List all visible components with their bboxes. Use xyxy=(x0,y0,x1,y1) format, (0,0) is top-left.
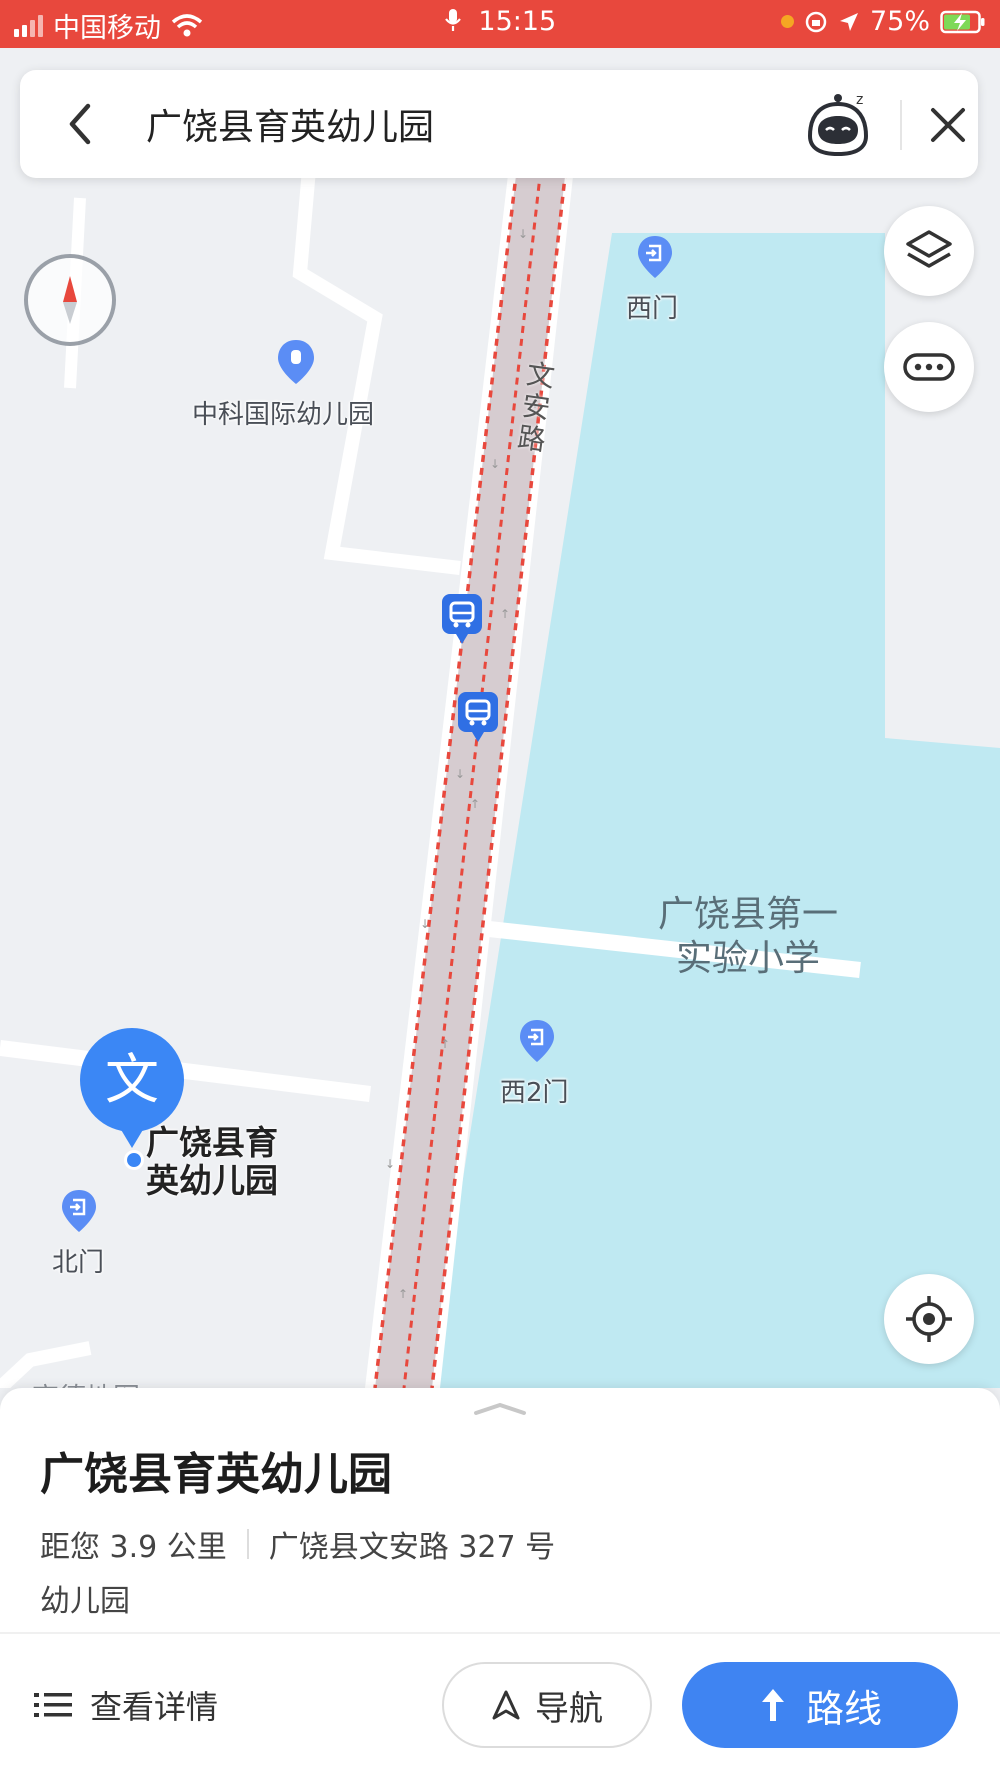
navigate-button[interactable]: 导航 xyxy=(442,1662,652,1748)
gate-pin-icon[interactable] xyxy=(636,234,674,280)
search-query[interactable]: 广饶县育英幼儿园 xyxy=(146,98,434,150)
battery-percent: 75% xyxy=(869,6,930,37)
clock: 15:15 xyxy=(478,6,557,37)
my-location-button[interactable] xyxy=(884,1274,974,1364)
view-details-button[interactable]: 查看详情 xyxy=(34,1682,218,1728)
status-bar: 中国移动 15:15 75% xyxy=(0,0,1000,48)
search-bar-divider xyxy=(900,100,902,150)
assistant-bot-icon[interactable]: z xyxy=(798,84,878,164)
kindergarten-poi-label[interactable]: 中科国际幼儿园 xyxy=(192,394,374,431)
svg-text:↑: ↑ xyxy=(440,1037,450,1051)
search-bar[interactable]: 广饶县育英幼儿园 z xyxy=(20,70,978,178)
selected-place-marker[interactable]: 文 xyxy=(80,1028,184,1148)
more-options-button[interactable] xyxy=(884,322,974,412)
list-icon xyxy=(34,1693,72,1717)
route-button[interactable]: 路线 xyxy=(682,1662,958,1748)
compass-button[interactable] xyxy=(24,254,116,346)
west-gate-label[interactable]: 西门 xyxy=(626,288,678,325)
place-name: 广饶县育英幼儿园 xyxy=(40,1449,392,1500)
battery-charging-icon xyxy=(940,10,985,33)
selected-label-line2: 英幼儿园 xyxy=(146,1161,278,1200)
place-detail-sheet[interactable]: 广饶县育英幼儿园 距您 3.9 公里 广饶县文安路 327 号 幼儿园 查看详情… xyxy=(0,1388,1000,1778)
locate-icon xyxy=(906,1296,952,1342)
bus-stop-icon[interactable] xyxy=(440,592,484,646)
map-view[interactable]: ↓ ↓ ↓ ↓ ↓ ↑ ↑ ↑ ↑ ↑ 中科国际幼儿园 西门 文安路 广饶县第一… xyxy=(0,48,1000,1388)
meta-separator xyxy=(246,1529,249,1559)
bus-stop-icon[interactable] xyxy=(456,690,500,744)
more-icon xyxy=(903,353,955,381)
place-category: 幼儿园 xyxy=(40,1584,130,1619)
selected-label-line1: 广饶县育 xyxy=(146,1123,278,1162)
svg-text:↓: ↓ xyxy=(385,1157,395,1171)
back-icon[interactable] xyxy=(60,100,100,148)
north-gate-label[interactable]: 北门 xyxy=(52,1242,104,1279)
svg-text:↑: ↑ xyxy=(398,1287,408,1301)
svg-text:z: z xyxy=(856,92,863,108)
map-watermark: 高德地图 xyxy=(32,1376,140,1388)
place-address: 广饶县文安路 327 号 xyxy=(268,1530,556,1565)
recording-dot-icon xyxy=(780,15,794,28)
route-arrow-icon xyxy=(761,1689,784,1721)
navigate-label: 导航 xyxy=(535,1688,603,1729)
route-label: 路线 xyxy=(805,1686,882,1731)
map-layers-button[interactable] xyxy=(884,206,974,296)
layers-icon xyxy=(906,230,952,268)
svg-text:↓: ↓ xyxy=(455,767,465,781)
gate-pin-icon[interactable] xyxy=(518,1018,556,1064)
svg-text:↓: ↓ xyxy=(490,457,500,471)
rotation-lock-icon xyxy=(805,11,827,32)
sheet-handle-icon[interactable] xyxy=(472,1402,528,1416)
view-details-label: 查看详情 xyxy=(90,1688,219,1726)
kindergarten-pin-icon[interactable] xyxy=(276,338,316,386)
place-meta: 距您 3.9 公里 广饶县文安路 327 号 xyxy=(40,1522,555,1566)
selected-place-label[interactable]: 广饶县育 英幼儿园 xyxy=(146,1124,278,1200)
west-gate-2-label[interactable]: 西2门 xyxy=(500,1072,569,1109)
place-distance: 距您 3.9 公里 xyxy=(40,1530,227,1565)
school-label[interactable]: 广饶县第一 实验小学 xyxy=(638,893,858,981)
sheet-divider xyxy=(0,1632,1000,1634)
selected-location-dot xyxy=(124,1150,144,1170)
svg-text:↓: ↓ xyxy=(420,917,430,931)
school-label-line1: 广饶县第一 xyxy=(657,894,838,935)
gate-pin-icon[interactable] xyxy=(60,1188,98,1234)
svg-text:↑: ↑ xyxy=(470,797,480,811)
close-icon[interactable] xyxy=(925,102,971,148)
microphone-icon xyxy=(444,9,461,31)
svg-text:↓: ↓ xyxy=(518,227,528,241)
compass-icon xyxy=(63,276,77,324)
svg-text:↑: ↑ xyxy=(500,607,510,621)
navigation-arrow-icon xyxy=(492,1690,520,1720)
school-label-line2: 实验小学 xyxy=(675,938,820,979)
location-arrow-icon xyxy=(839,12,858,31)
